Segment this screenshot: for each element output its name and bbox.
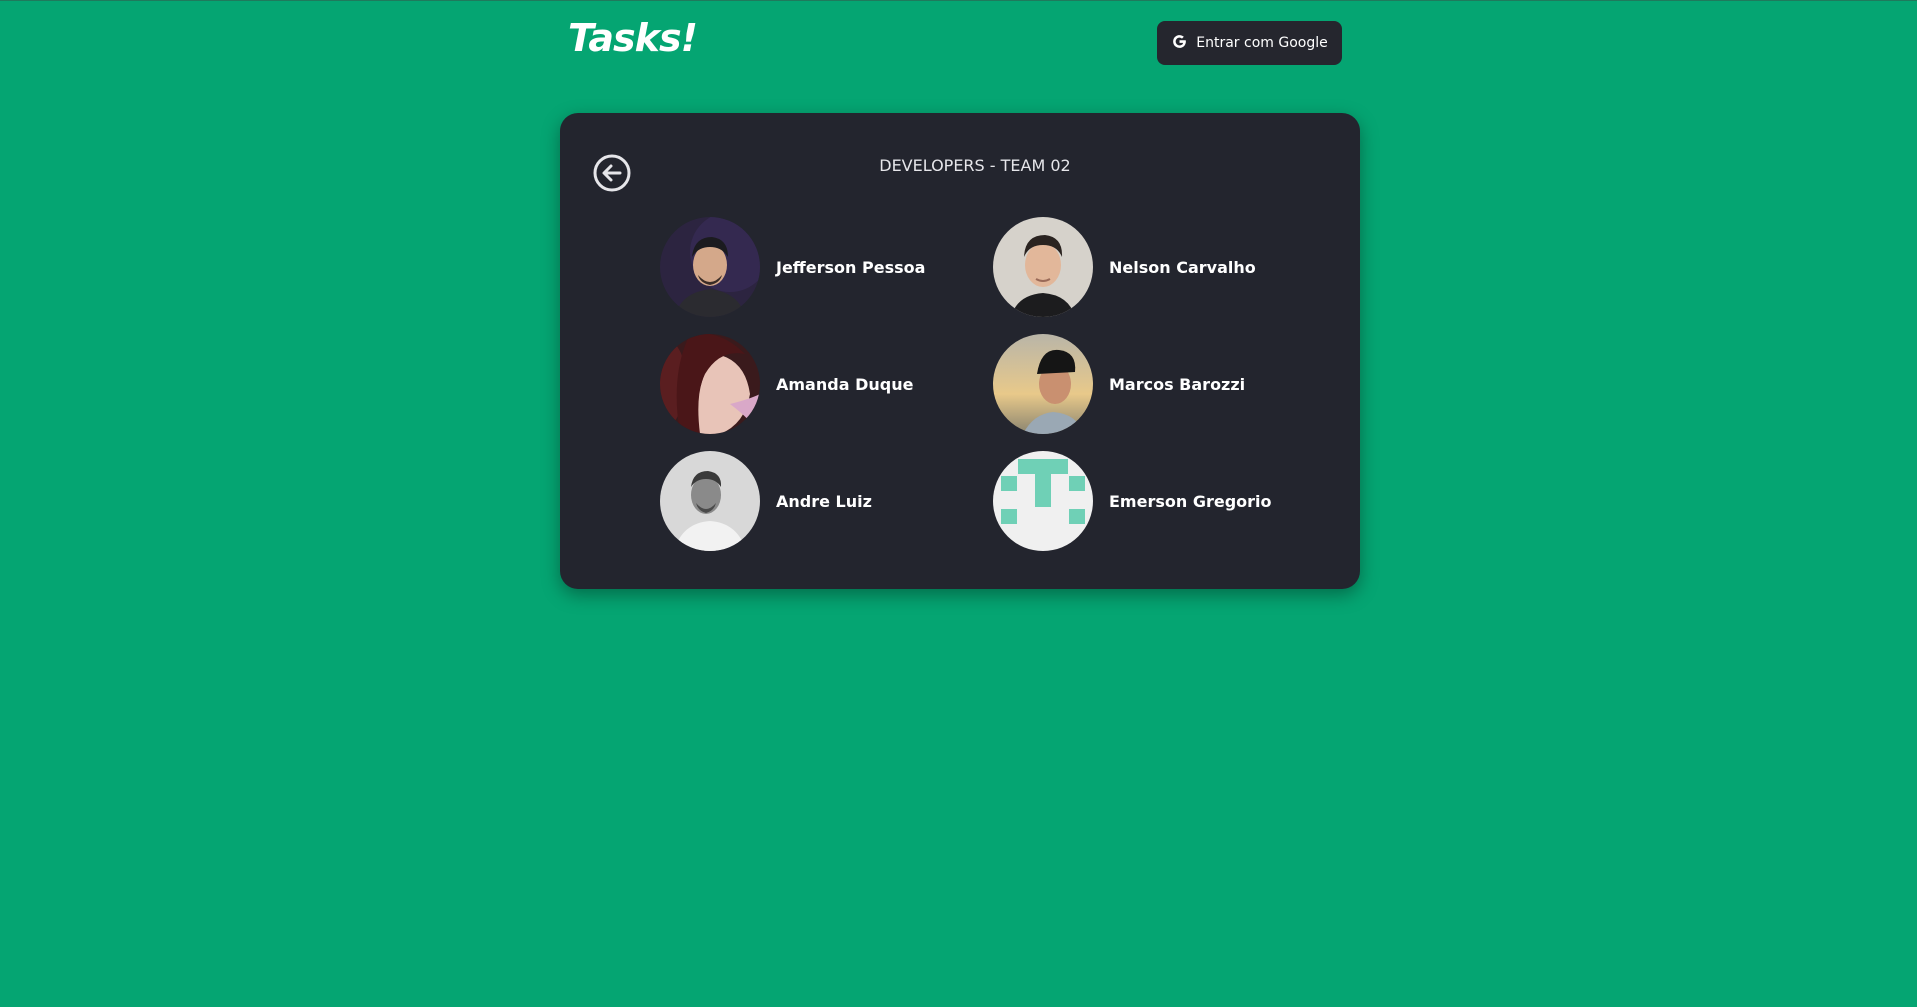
member-name: Jefferson Pessoa: [776, 257, 926, 277]
google-icon: [1171, 33, 1188, 54]
member-name: Emerson Gregorio: [1109, 491, 1272, 511]
avatar: [993, 334, 1093, 434]
top-border: [0, 0, 1917, 1]
member-card[interactable]: Amanda Duque: [660, 334, 913, 434]
team-title: DEVELOPERS - TEAM 02: [879, 156, 1071, 175]
member-name: Nelson Carvalho: [1109, 257, 1256, 277]
team-card: DEVELOPERS - TEAM 02 Jefferson Pessoa Ne…: [560, 113, 1360, 589]
member-card[interactable]: Andre Luiz: [660, 451, 872, 551]
member-card[interactable]: Emerson Gregorio: [993, 451, 1272, 551]
member-card[interactable]: Marcos Barozzi: [993, 334, 1245, 434]
member-card[interactable]: Nelson Carvalho: [993, 217, 1256, 317]
avatar: [660, 451, 760, 551]
member-card[interactable]: Jefferson Pessoa: [660, 217, 925, 317]
avatar: [660, 334, 760, 434]
avatar: [993, 217, 1093, 317]
google-login-button[interactable]: Entrar com Google: [1157, 21, 1342, 65]
app-logo[interactable]: Tasks!: [568, 14, 698, 62]
member-name: Andre Luiz: [776, 491, 872, 511]
avatar: [660, 217, 760, 317]
member-name: Amanda Duque: [776, 374, 914, 394]
member-name: Marcos Barozzi: [1109, 374, 1246, 394]
avatar: [993, 451, 1093, 551]
google-login-label: Entrar com Google: [1196, 35, 1328, 51]
